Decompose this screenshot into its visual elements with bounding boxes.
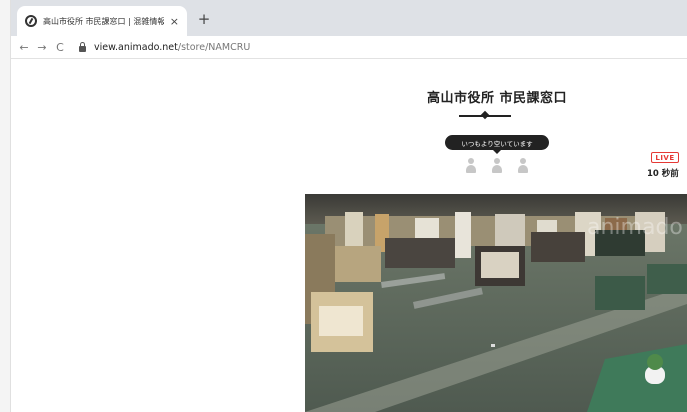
- close-tab-icon[interactable]: ×: [170, 15, 179, 28]
- divider-diamond-icon: [480, 110, 490, 120]
- crowd-level-indicator: [466, 158, 528, 174]
- browser-window: 高山市役所 市民課窓口 | 混雑情報 × + ← → C view.animad…: [11, 0, 687, 412]
- live-badge: LIVE: [651, 152, 679, 163]
- page-content: 高山市役所 市民課窓口 いつもより空いています LIVE 10 秒前 anima…: [11, 59, 687, 412]
- back-icon[interactable]: ←: [15, 41, 33, 54]
- page-title: 高山市役所 市民課窓口: [427, 91, 568, 106]
- crowd-status-text: いつもより空いています: [461, 139, 533, 148]
- person-icon: [466, 158, 476, 174]
- crowd-status-badge: いつもより空いています: [445, 135, 549, 154]
- live-camera-image: animado: [305, 194, 687, 412]
- person-icon: [492, 158, 502, 174]
- tab-title: 高山市役所 市民課窓口 | 混雑情報: [43, 16, 164, 26]
- browser-toolbar: ← → C view.animado.net/store/NAMCRU: [11, 36, 687, 59]
- live-timestamp: 10 秒前: [647, 169, 679, 179]
- address-bar[interactable]: view.animado.net/store/NAMCRU: [94, 42, 250, 53]
- active-tab[interactable]: 高山市役所 市民課窓口 | 混雑情報 ×: [17, 6, 187, 36]
- new-tab-button[interactable]: +: [195, 10, 213, 28]
- url-path: /store/NAMCRU: [177, 41, 251, 53]
- person-icon: [518, 158, 528, 174]
- url-domain: view.animado.net: [94, 41, 178, 53]
- watermark-text: animado: [587, 215, 683, 240]
- lock-icon[interactable]: [79, 41, 86, 52]
- globe-icon: [25, 15, 37, 27]
- reload-icon[interactable]: C: [51, 41, 69, 54]
- desktop-edge: [0, 0, 11, 412]
- tab-strip: 高山市役所 市民課窓口 | 混雑情報 × +: [11, 0, 687, 36]
- forward-icon[interactable]: →: [33, 41, 51, 54]
